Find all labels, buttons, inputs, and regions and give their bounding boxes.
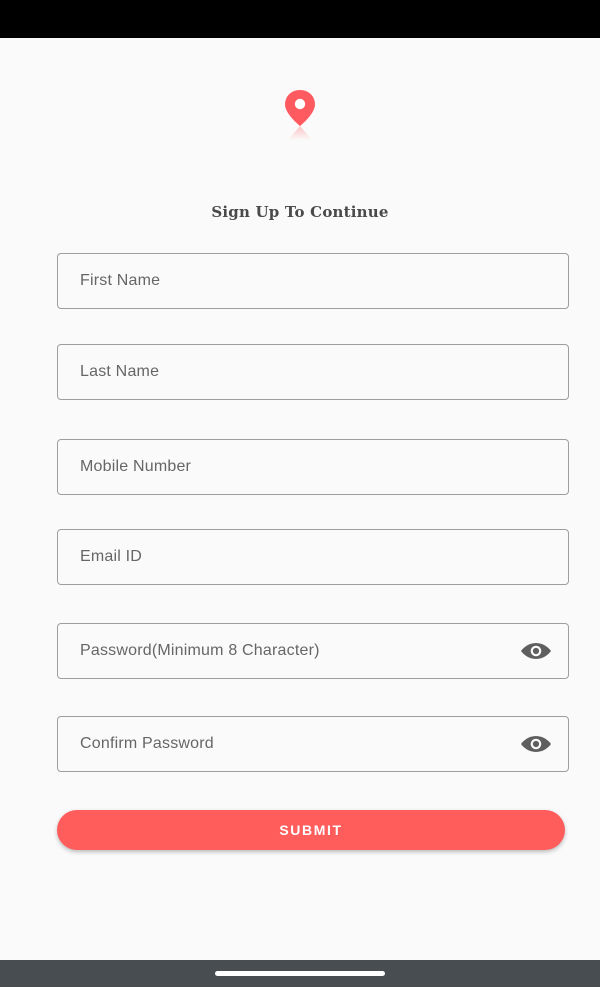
- eye-icon[interactable]: [520, 732, 552, 756]
- mobile-number-field[interactable]: Mobile Number: [57, 439, 569, 495]
- submit-button[interactable]: SUBMIT: [57, 810, 565, 850]
- password-field[interactable]: Password(Minimum 8 Character): [57, 623, 569, 679]
- last-name-field[interactable]: Last Name: [57, 344, 569, 400]
- map-pin-icon: [282, 88, 318, 148]
- mobile-number-placeholder: Mobile Number: [80, 458, 192, 475]
- navigation-bar: [0, 960, 600, 987]
- home-handle[interactable]: [215, 971, 385, 976]
- eye-icon[interactable]: [520, 639, 552, 663]
- status-bar: [0, 0, 600, 38]
- confirm-password-field[interactable]: Confirm Password: [57, 716, 569, 772]
- confirm-password-placeholder: Confirm Password: [80, 735, 214, 752]
- email-placeholder: Email ID: [80, 548, 143, 565]
- first-name-placeholder: First Name: [80, 272, 161, 289]
- password-placeholder: Password(Minimum 8 Character): [80, 642, 320, 659]
- first-name-field[interactable]: First Name: [57, 253, 569, 309]
- page-title: Sign Up To Continue: [211, 203, 389, 221]
- email-field[interactable]: Email ID: [57, 529, 569, 585]
- last-name-placeholder: Last Name: [80, 363, 160, 380]
